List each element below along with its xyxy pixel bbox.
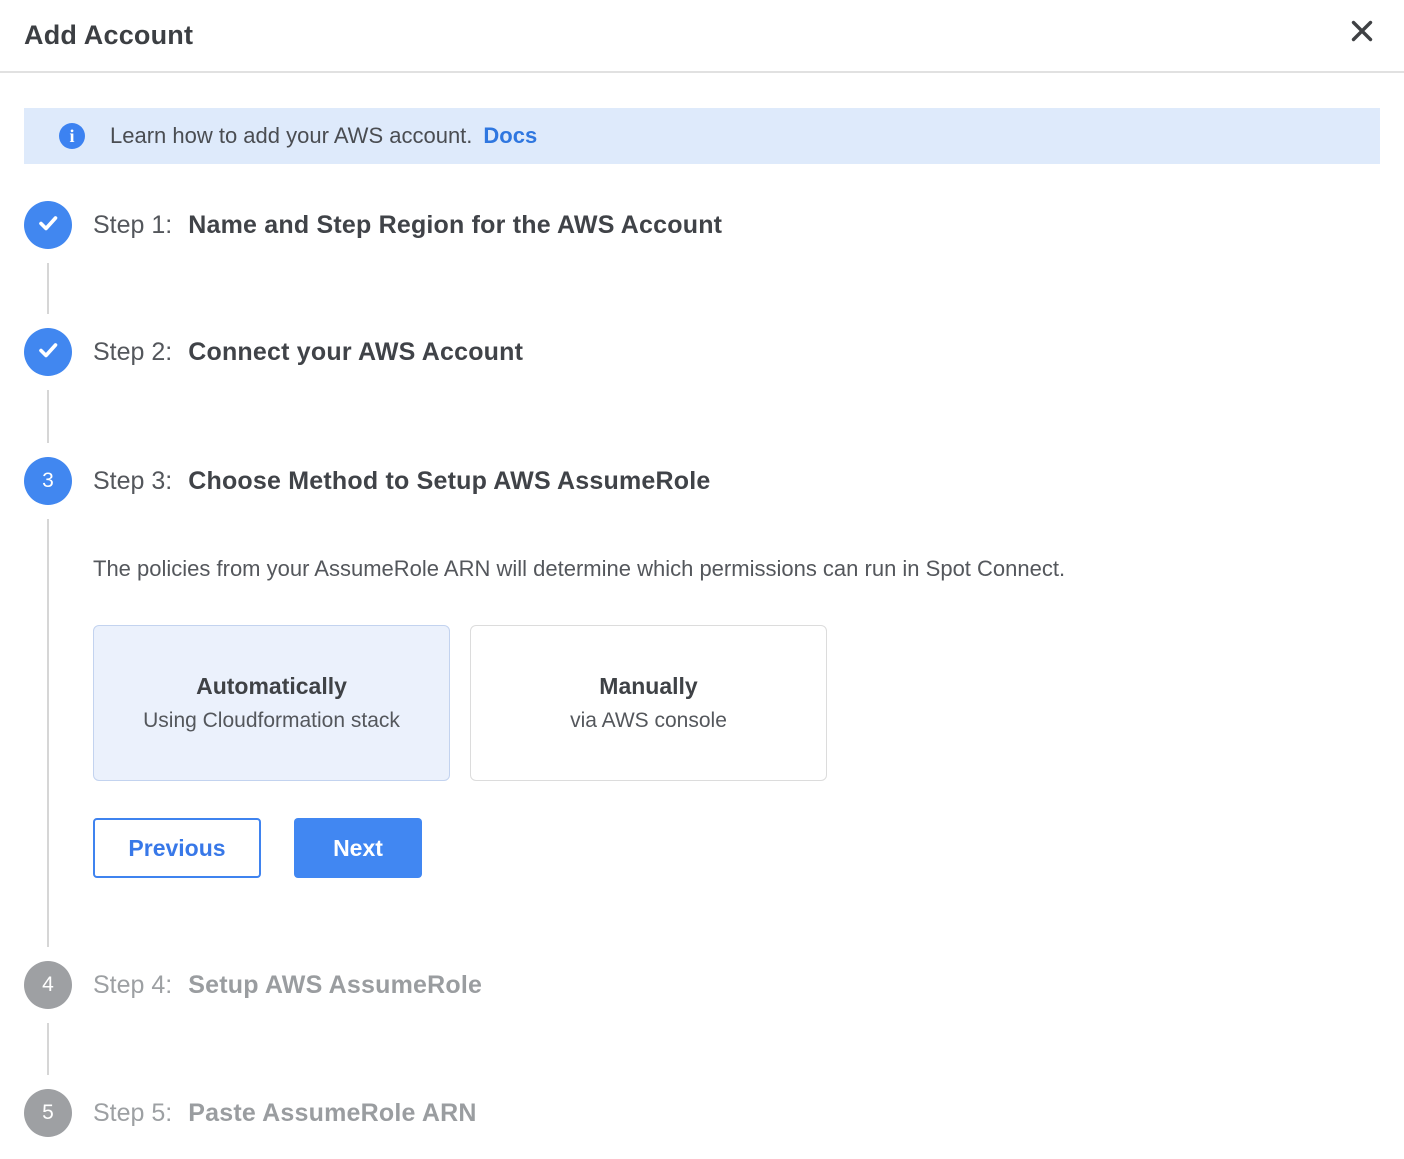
banner-text: Learn how to add your AWS account. [110,123,472,149]
step-5-number: 5 [42,1101,54,1125]
step-4-circle: 4 [24,961,72,1009]
close-icon [1350,19,1374,46]
check-icon [35,337,61,368]
info-icon: i [59,123,85,149]
method-cards: Automatically Using Cloudformation stack… [93,625,1380,781]
step-4-header: Step 4: Setup AWS AssumeRole [93,961,1380,1009]
step-5-label: Step 5: [93,1099,172,1128]
step-connector [47,390,49,443]
step-3-header: Step 3: Choose Method to Setup AWS Assum… [93,457,1380,505]
step-2: Step 2: Connect your AWS Account [24,328,1380,457]
modal-body: i Learn how to add your AWS account. Doc… [0,73,1404,1149]
step-connector [47,1023,49,1075]
step-3-label: Step 3: [93,467,172,496]
step-4-label: Step 4: [93,971,172,1000]
step-3-number: 3 [42,469,54,493]
wizard-buttons: Previous Next [93,818,1380,878]
step-3: 3 Step 3: Choose Method to Setup AWS Ass… [24,457,1380,961]
step-4-number: 4 [42,973,54,997]
method-card-subtitle: via AWS console [570,709,727,733]
method-card-manually[interactable]: Manually via AWS console [470,625,827,781]
close-button[interactable] [1344,13,1380,52]
step-4: 4 Step 4: Setup AWS AssumeRole [24,961,1380,1089]
step-5-header: Step 5: Paste AssumeRole ARN [93,1089,1380,1137]
step-2-label: Step 2: [93,338,172,367]
step-5-title: Paste AssumeRole ARN [188,1099,476,1128]
docs-link[interactable]: Docs [483,123,537,149]
step-1-circle [24,201,72,249]
modal-title: Add Account [24,20,193,51]
step-5: 5 Step 5: Paste AssumeRole ARN [24,1089,1380,1149]
modal-header: Add Account [0,0,1404,73]
method-card-automatically[interactable]: Automatically Using Cloudformation stack [93,625,450,781]
previous-button[interactable]: Previous [93,818,261,878]
step-5-rail: 5 [24,1089,72,1149]
step-2-title: Connect your AWS Account [188,338,523,367]
step-2-header: Step 2: Connect your AWS Account [93,328,1380,376]
step-3-title: Choose Method to Setup AWS AssumeRole [188,467,710,496]
step-1-label: Step 1: [93,211,172,240]
step-1-header: Step 1: Name and Step Region for the AWS… [93,201,1380,249]
method-card-subtitle: Using Cloudformation stack [143,709,400,733]
step-4-title: Setup AWS AssumeRole [188,971,482,1000]
method-card-title: Manually [599,673,697,700]
step-1: Step 1: Name and Step Region for the AWS… [24,201,1380,328]
step-1-rail [24,201,72,328]
next-button[interactable]: Next [294,818,422,878]
step-1-title: Name and Step Region for the AWS Account [188,211,722,240]
step-connector [47,263,49,314]
step-2-rail [24,328,72,457]
step-connector [47,519,49,947]
step-5-circle: 5 [24,1089,72,1137]
step-4-rail: 4 [24,961,72,1089]
step-3-rail: 3 [24,457,72,961]
method-card-title: Automatically [196,673,347,700]
step-3-circle: 3 [24,457,72,505]
info-banner: i Learn how to add your AWS account. Doc… [24,108,1380,164]
step-2-circle [24,328,72,376]
step-3-description: The policies from your AssumeRole ARN wi… [93,555,1380,583]
check-icon [35,210,61,241]
